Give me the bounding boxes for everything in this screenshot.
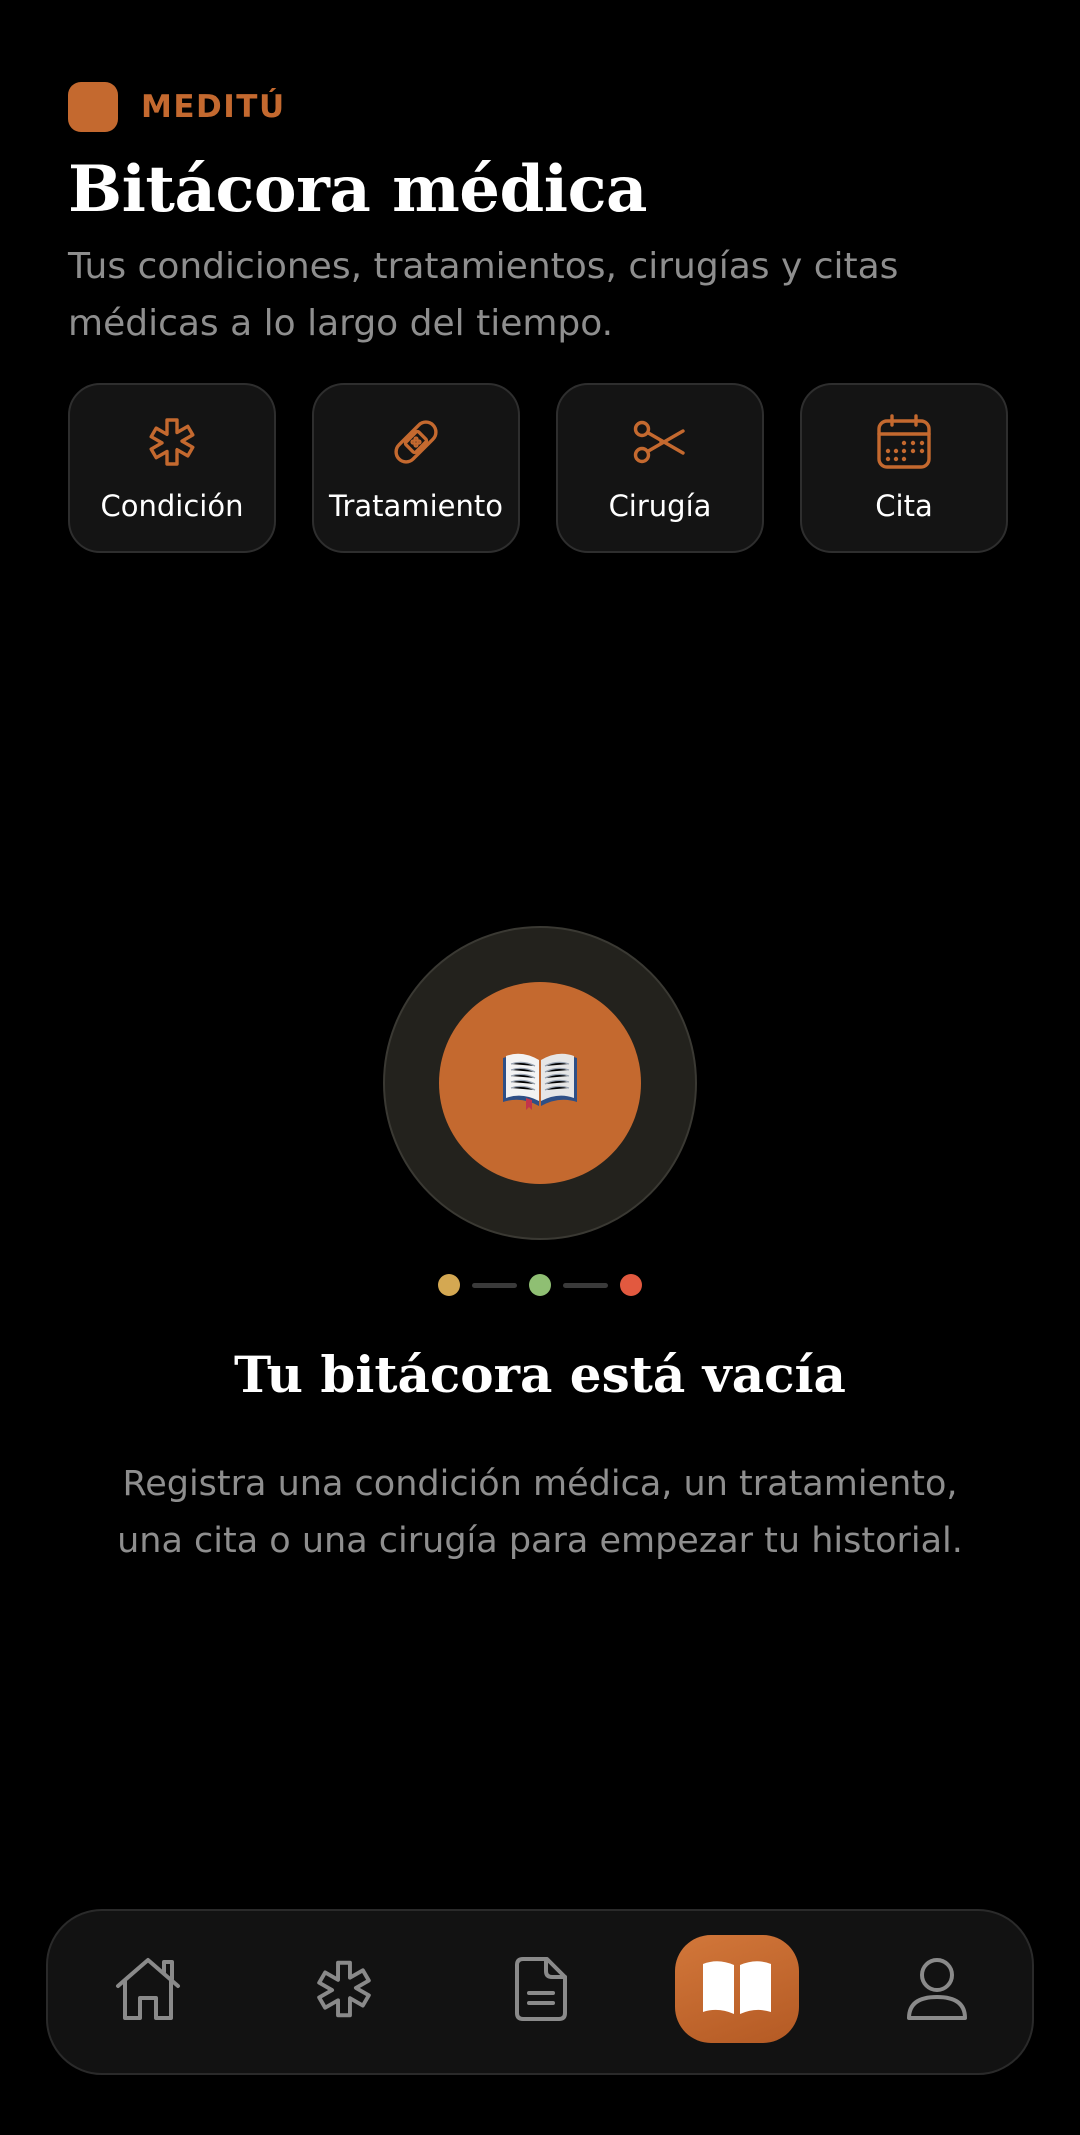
asterisk-icon xyxy=(143,413,201,471)
quick-action-label: Condición xyxy=(100,489,244,523)
add-condition-button[interactable]: Condición xyxy=(68,383,276,553)
add-surgery-button[interactable]: Cirugía xyxy=(556,383,764,553)
nav-profile[interactable] xyxy=(877,1936,997,2046)
nav-home[interactable] xyxy=(88,1936,208,2046)
document-icon xyxy=(513,1955,569,2027)
quick-action-label: Cirugía xyxy=(608,489,712,523)
asterisk-icon xyxy=(313,1958,375,2024)
brand-logo xyxy=(68,81,118,132)
empty-state-title: Tu bitácora está vacía xyxy=(234,1345,846,1404)
bandage-icon xyxy=(387,413,445,471)
add-appointment-button[interactable]: Cita xyxy=(800,383,1008,553)
nav-conditions[interactable] xyxy=(284,1936,404,2046)
progress-dot xyxy=(529,1274,551,1296)
add-treatment-button[interactable]: Tratamiento xyxy=(312,383,520,553)
empty-state-description: Registra una condición médica, un tratam… xyxy=(117,1464,963,1561)
quick-actions: Condición Tratamiento Cirugía Cita xyxy=(68,383,1008,553)
progress-connector xyxy=(563,1283,608,1288)
nav-documents[interactable] xyxy=(481,1936,601,2046)
progress-connector xyxy=(472,1283,517,1288)
quick-action-label: Tratamiento xyxy=(329,489,503,523)
calendar-icon xyxy=(875,413,933,471)
scissors-icon xyxy=(631,413,689,471)
page-title: Bitácora médica xyxy=(68,152,648,227)
page-subtitle: Tus condiciones, tratamientos, cirugías … xyxy=(68,246,899,344)
bottom-nav xyxy=(46,1909,1034,2075)
open-book-icon xyxy=(499,1050,581,1116)
home-icon xyxy=(112,1954,184,2028)
open-book-icon xyxy=(700,1958,774,2020)
brand-header: MEDITÚ xyxy=(68,81,286,132)
progress-dot xyxy=(620,1274,642,1296)
progress-dots xyxy=(438,1274,642,1296)
user-icon xyxy=(905,1956,969,2026)
progress-dot xyxy=(438,1274,460,1296)
quick-action-label: Cita xyxy=(875,489,933,523)
empty-state-badge xyxy=(439,982,641,1184)
brand-name: MEDITÚ xyxy=(141,88,286,125)
empty-state-illustration xyxy=(383,926,697,1240)
nav-medical-log[interactable] xyxy=(675,1935,799,2043)
